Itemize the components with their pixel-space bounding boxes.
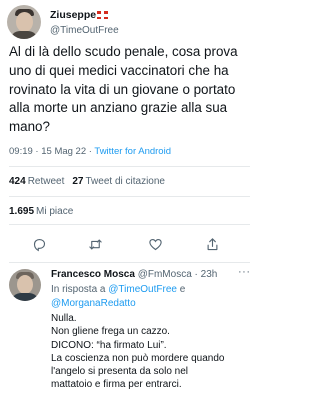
likes-stat[interactable]: 1.695 Mi piace: [9, 206, 73, 217]
mention-join: e: [176, 284, 186, 295]
divider: [9, 196, 250, 197]
reply-line: mattatoio e firma per entrarci.: [51, 379, 182, 391]
divider: [9, 224, 250, 225]
share-button[interactable]: [200, 232, 224, 256]
like-label: Mi piace: [36, 206, 74, 217]
more-options-icon[interactable]: ···: [238, 266, 251, 278]
reply-button[interactable]: [27, 232, 51, 256]
divider: [9, 262, 250, 263]
author-name[interactable]: Ziuseppe: [50, 9, 109, 21]
reply-author-name[interactable]: Francesco Mosca: [51, 269, 135, 280]
divider: [9, 166, 250, 167]
engagement-stats: 424 Retweet 27 Tweet di citazione: [9, 176, 165, 187]
avatar-body: [10, 31, 38, 39]
reply-line: La coscienza non può mordere quando: [51, 352, 225, 364]
in-reply-prefix: In risposta a: [51, 284, 109, 295]
like-count: 1.695: [9, 206, 35, 217]
reply-line: DICONO: “ha firmato Lui”.: [51, 339, 167, 351]
tweet-date[interactable]: 15 Mag 22: [41, 146, 86, 157]
retweet-label: Retweet: [27, 176, 65, 187]
in-reply-to: In risposta a @TimeOutFree e @MorganaRed…: [51, 283, 246, 310]
reply-line: Nulla.: [51, 313, 77, 324]
avatar-body: [11, 293, 39, 301]
reply-author-handle[interactable]: @FmMosca: [138, 269, 192, 280]
quote-label: Tweet di citazione: [85, 176, 166, 187]
tweet-time[interactable]: 09:19: [9, 146, 33, 157]
share-icon: [207, 237, 217, 250]
retweet-button[interactable]: [83, 232, 107, 256]
retweet-count: 424: [9, 176, 26, 187]
tweet-meta: 09:19 · 15 Mag 22 · Twitter for Android: [9, 146, 171, 157]
retweet-icon: [88, 239, 102, 249]
reply-author-avatar[interactable]: [9, 269, 41, 301]
canada-flag-icon: [97, 11, 109, 19]
reply-icon: [33, 238, 45, 251]
like-icon: [148, 238, 162, 250]
reply-header: Francesco Mosca @FmMosca · 23h: [51, 269, 217, 280]
reply-text: Nulla. Non gliene frega un cazzo. DICONO…: [51, 312, 248, 392]
like-button[interactable]: [143, 232, 167, 256]
tweet-text: Al di là dello scudo penale, cosa prova …: [9, 44, 238, 135]
avatar-face: [16, 12, 33, 32]
quotes-stat[interactable]: 27 Tweet di citazione: [72, 176, 165, 187]
quote-count: 27: [72, 176, 84, 187]
reply-line: Non gliene frega un cazzo.: [51, 326, 170, 338]
reply-line: l'angelo si presenta da solo nel: [51, 366, 189, 378]
meta-separator: ·: [32, 146, 42, 157]
reply-time[interactable]: 23h: [201, 269, 218, 280]
mention-link[interactable]: @TimeOutFree: [108, 284, 177, 295]
mention-link[interactable]: @MorganaRedatto: [51, 298, 136, 309]
author-avatar[interactable]: [7, 5, 41, 39]
author-handle[interactable]: @TimeOutFree: [50, 25, 119, 36]
reply-separator: ·: [191, 269, 201, 280]
tweet-client[interactable]: Twitter for Android: [94, 146, 171, 157]
avatar-face: [17, 275, 33, 294]
author-name-text: Ziuseppe: [50, 9, 97, 21]
retweets-stat[interactable]: 424 Retweet: [9, 176, 64, 187]
